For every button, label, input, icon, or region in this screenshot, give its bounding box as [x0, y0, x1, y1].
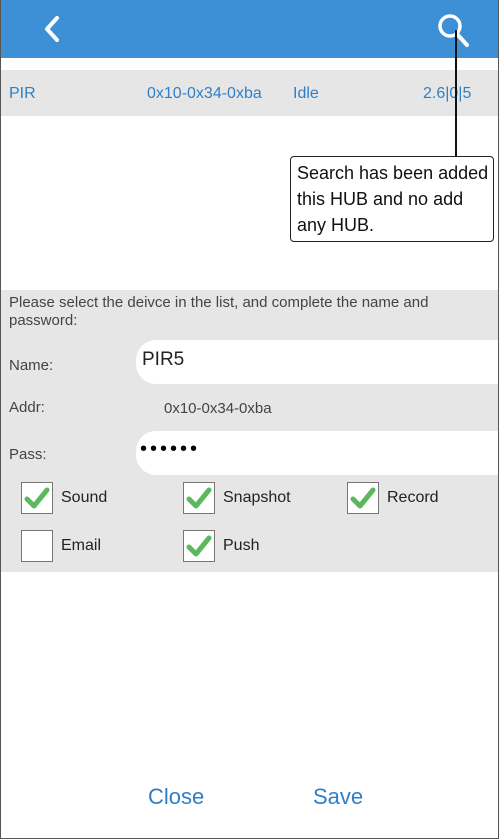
name-field[interactable] [140, 348, 484, 372]
record-checkbox[interactable]: Record [347, 482, 439, 514]
device-version: 2.6|0|5 [423, 85, 472, 102]
push-label: Push [223, 537, 260, 554]
instructions-text: Please select the deivce in the list, an… [9, 294, 429, 329]
addr-label: Addr: [9, 399, 45, 416]
pass-field-bg: •••••• [136, 431, 498, 475]
callout-pointer [455, 30, 457, 156]
device-list-item[interactable]: PIR 0x10-0x34-0xba Idle 2.6|0|5 [1, 70, 498, 116]
snapshot-checkbox[interactable]: Snapshot [183, 482, 291, 514]
record-label: Record [387, 489, 439, 506]
checkmark-icon [186, 535, 212, 557]
save-button[interactable]: Save [313, 784, 363, 810]
checkbox-box [21, 482, 53, 514]
close-button[interactable]: Close [148, 784, 204, 810]
device-status: Idle [293, 85, 319, 102]
name-label: Name: [9, 357, 54, 374]
checkmark-icon [350, 487, 376, 509]
push-checkbox[interactable]: Push [183, 530, 259, 562]
add-device-form: Please select the deivce in the list, an… [1, 290, 498, 572]
email-checkbox[interactable]: Email [21, 530, 101, 562]
checkbox-box [347, 482, 379, 514]
device-addr: 0x10-0x34-0xba [147, 85, 262, 102]
password-field[interactable]: •••••• [140, 438, 480, 461]
checkmark-icon [186, 487, 212, 509]
name-field-bg [136, 340, 498, 384]
back-button[interactable] [39, 12, 67, 46]
pass-label: Pass: [9, 446, 47, 463]
checkmark-icon [24, 487, 50, 509]
checkbox-box [183, 482, 215, 514]
checkbox-box [183, 530, 215, 562]
sound-label: Sound [61, 489, 108, 506]
search-button[interactable] [435, 12, 471, 48]
snapshot-label: Snapshot [223, 489, 291, 506]
email-label: Email [61, 537, 102, 554]
chevron-left-icon [45, 16, 59, 42]
checkbox-box [21, 530, 53, 562]
search-icon [438, 14, 469, 47]
top-bar [1, 0, 498, 58]
sound-checkbox[interactable]: Sound [21, 482, 107, 514]
addr-value: 0x10-0x34-0xba [164, 400, 272, 417]
device-type: PIR [9, 85, 36, 102]
callout-note: Search has been added this HUB and no ad… [290, 156, 494, 242]
